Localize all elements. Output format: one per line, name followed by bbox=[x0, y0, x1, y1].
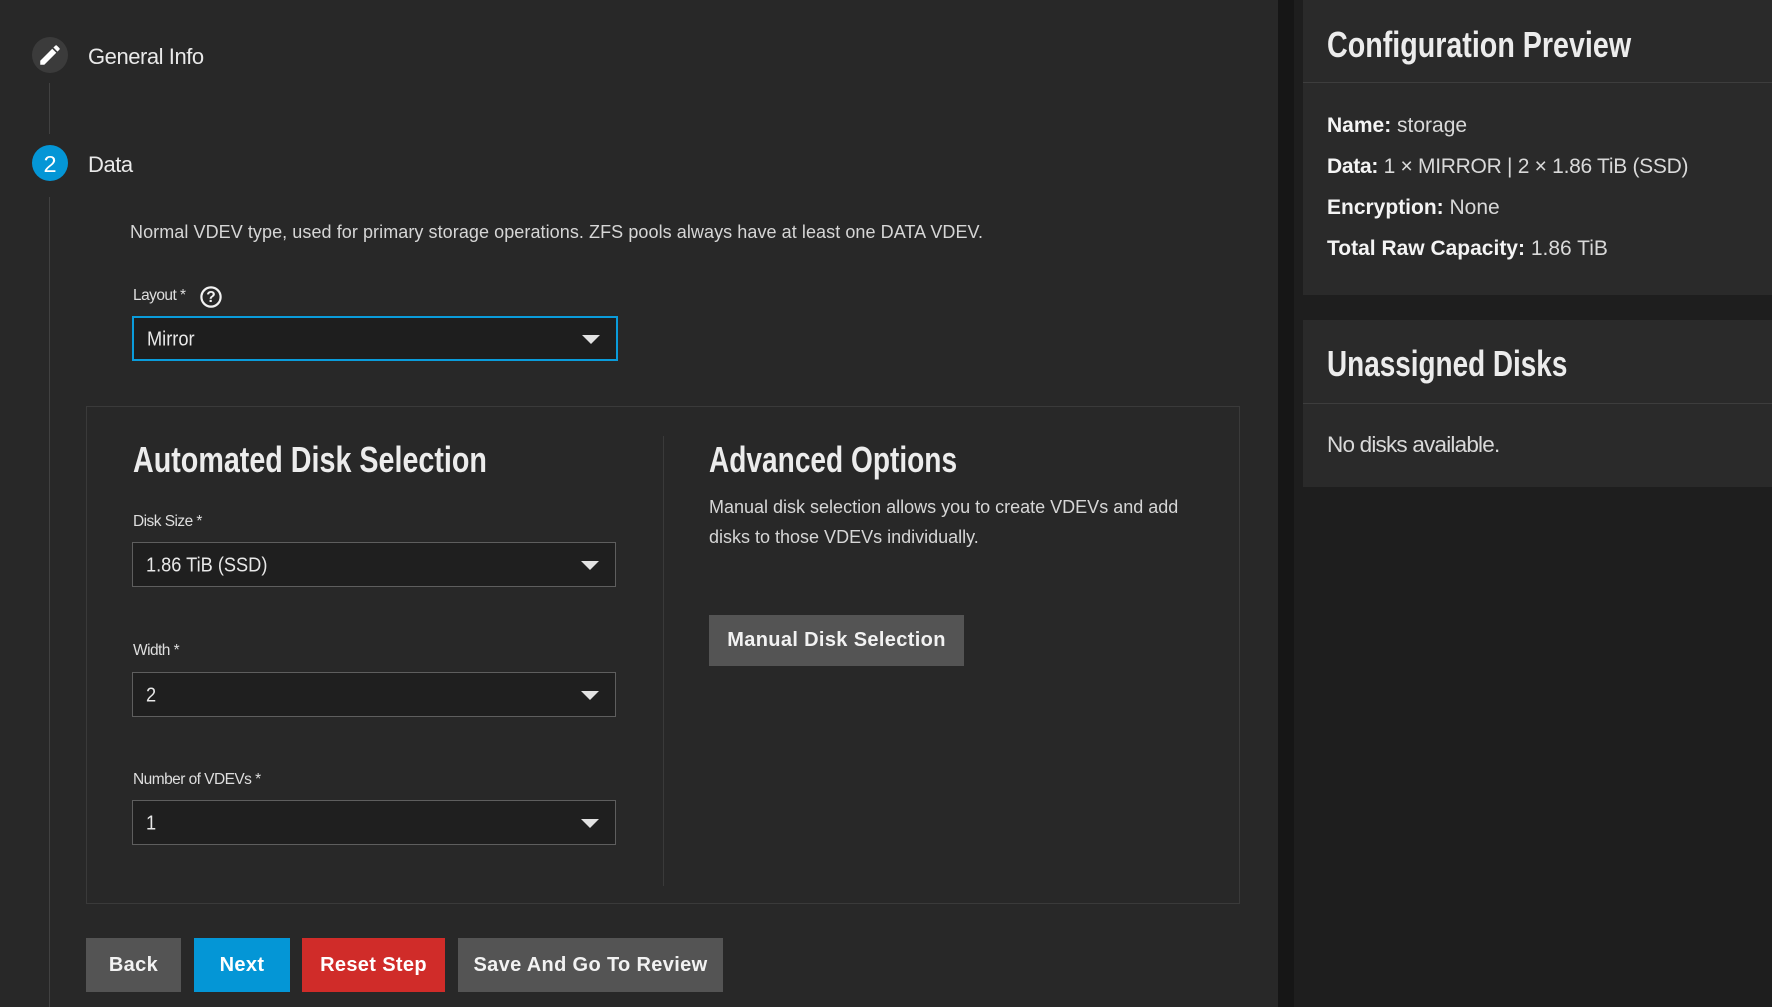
svg-text:?: ? bbox=[206, 289, 215, 306]
